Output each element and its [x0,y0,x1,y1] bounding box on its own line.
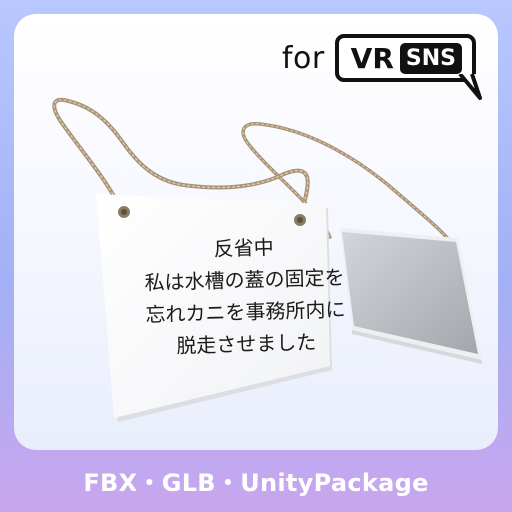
speech-bubble-tail-icon [458,74,482,100]
front-sign-rope [52,97,310,214]
badge-sns-label: SNS [399,42,462,74]
badge-vr-label: VR [350,41,394,75]
sign-line-4: 脱走させました [176,330,317,358]
preview-card: 反省中 私は水槽の蓋の固定を 忘れカニを事務所内に 脱走させました for VR… [14,14,498,450]
vrsns-badge: for VR SNS [281,34,482,100]
export-formats: FBX・GLB・UnityPackage [83,468,429,497]
sign-line-3: 忘れカニを事務所内に [145,297,346,327]
badge-for-label: for [281,40,325,76]
sign-message: 反省中 私は水槽の蓋の固定を 忘れカニを事務所内に 脱走させました [132,229,357,363]
speech-bubble-logo: VR SNS [334,34,482,100]
